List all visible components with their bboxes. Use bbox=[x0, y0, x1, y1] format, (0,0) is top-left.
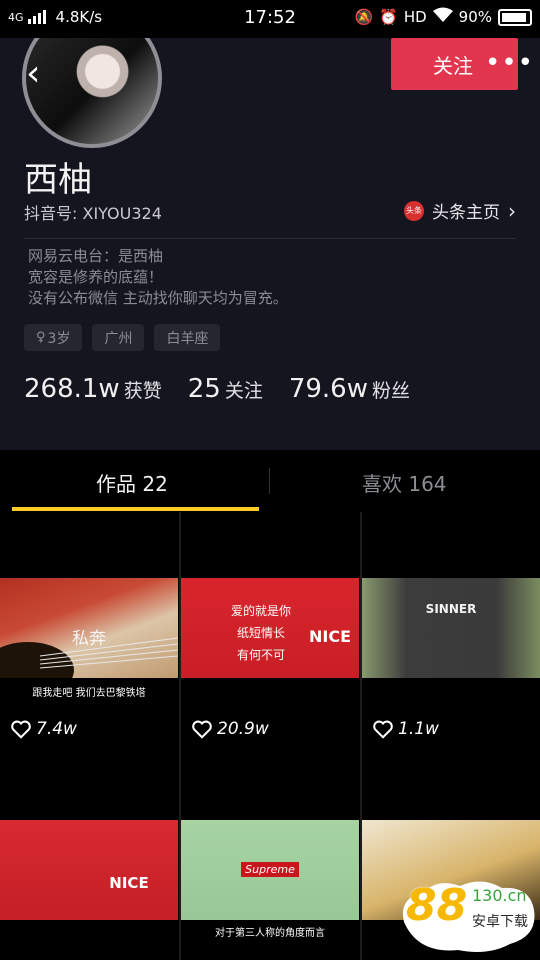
video-thumbnail[interactable]: 私奔 跟我走吧 我们去巴黎铁塔 7.4w bbox=[0, 512, 178, 748]
stat-value: 25 bbox=[187, 374, 221, 404]
stat-value: 79.6w bbox=[288, 374, 368, 404]
tab-active-indicator bbox=[12, 507, 259, 511]
profile-tags: ♀ 3岁 广州 白羊座 bbox=[24, 324, 221, 351]
shirt-text: Supreme bbox=[181, 862, 359, 877]
wifi-icon bbox=[432, 7, 453, 27]
battery-percent: 90% bbox=[458, 8, 492, 26]
toutiao-link-label: 头条主页 bbox=[432, 203, 500, 223]
location-tag: 广州 bbox=[92, 324, 145, 351]
like-count: 1.1w bbox=[372, 718, 439, 740]
age-tag: ♀ 3岁 bbox=[24, 324, 83, 351]
status-right: 🔕 ⏰ HD 90% bbox=[354, 7, 532, 27]
video-caption: 对于第三人称的角度而言 bbox=[215, 928, 325, 939]
video-overlay-text: 私奔 bbox=[72, 629, 106, 649]
bio-line: 宽容是修养的底蕴！ bbox=[28, 268, 164, 286]
red-shirt-image bbox=[0, 820, 178, 920]
follow-button[interactable]: 关注 ••• bbox=[391, 38, 533, 90]
site-watermark: 88 130.cn 安卓下载 bbox=[398, 878, 538, 954]
video-thumbnail[interactable]: SINNER 1.1w bbox=[362, 512, 540, 748]
watermark-text: 安卓下载 bbox=[470, 910, 530, 932]
divider bbox=[24, 238, 516, 239]
mute-bell-icon: 🔕 bbox=[354, 8, 374, 26]
profile-header: ‹ 关注 ••• 西柚 抖音号: XIYOU324 头条 头条主页 › 网易云电… bbox=[0, 8, 540, 450]
watermark-number: 88 bbox=[406, 880, 468, 931]
heart-icon bbox=[11, 720, 31, 739]
stat-label: 粉丝 bbox=[371, 380, 410, 402]
status-bar: 4G 4.8K/s 17:52 🔕 ⏰ HD 90% bbox=[0, 0, 540, 38]
tab-likes[interactable]: 喜欢 164 bbox=[362, 468, 447, 497]
more-icon[interactable]: ••• bbox=[485, 48, 534, 78]
profile-stats: 268.1w 获赞 25 关注 79.6w 粉丝 bbox=[24, 374, 436, 404]
alarm-icon: ⏰ bbox=[379, 8, 398, 26]
content-tabs: 作品 22 喜欢 164 bbox=[0, 450, 540, 512]
video-thumbnail[interactable]: NICE bbox=[0, 750, 178, 960]
shirt-text: NICE bbox=[109, 874, 149, 892]
bio-line: 没有公布微信 主动找你聊天均为冒充。 bbox=[28, 289, 288, 307]
battery-icon bbox=[498, 8, 532, 26]
bio: 网易云电台：是西柚 宽容是修养的底蕴！ 没有公布微信 主动找你聊天均为冒充。 bbox=[28, 246, 288, 309]
chevron-right-icon: › bbox=[508, 198, 516, 223]
stat-following[interactable]: 25 关注 bbox=[188, 374, 263, 404]
like-count: 20.9w bbox=[191, 718, 269, 740]
back-icon[interactable]: ‹ bbox=[26, 56, 40, 92]
douyin-id: 抖音号: XIYOU324 bbox=[24, 204, 162, 223]
heart-icon bbox=[373, 720, 393, 739]
stat-label: 关注 bbox=[224, 380, 263, 402]
like-count: 7.4w bbox=[10, 718, 77, 740]
watermark-domain: 130.cn bbox=[472, 886, 527, 905]
shirt-text: NICE bbox=[308, 627, 351, 646]
toutiao-logo-icon: 头条 bbox=[404, 200, 424, 221]
stat-value: 268.1w bbox=[24, 374, 120, 404]
zodiac-tag: 白羊座 bbox=[154, 324, 221, 351]
profile-name: 西柚 bbox=[24, 160, 92, 200]
follow-label: 关注 bbox=[433, 54, 473, 78]
heart-icon bbox=[192, 720, 212, 739]
video-thumbnail[interactable]: Supreme 对于第三人称的角度而言 bbox=[181, 750, 359, 960]
shirt-text: SINNER bbox=[425, 602, 477, 616]
video-thumbnail[interactable]: 爱的就是你 纸短情长 有何不可 NICE 20.9w bbox=[181, 512, 359, 748]
hd-indicator: HD bbox=[403, 8, 427, 26]
video-caption: 跟我走吧 我们去巴黎铁塔 bbox=[32, 688, 146, 699]
female-gender-icon: ♀ bbox=[36, 330, 46, 345]
stat-followers[interactable]: 79.6w 粉丝 bbox=[289, 374, 410, 404]
tab-divider bbox=[269, 468, 270, 494]
tab-works[interactable]: 作品 22 bbox=[96, 468, 168, 497]
toutiao-homepage-link[interactable]: 头条 头条主页 › bbox=[404, 198, 516, 223]
bio-line: 网易云电台：是西柚 bbox=[28, 247, 164, 265]
grey-shirt-image bbox=[362, 578, 540, 678]
stat-likes: 268.1w 获赞 bbox=[24, 374, 162, 404]
stat-label: 获赞 bbox=[123, 380, 162, 402]
